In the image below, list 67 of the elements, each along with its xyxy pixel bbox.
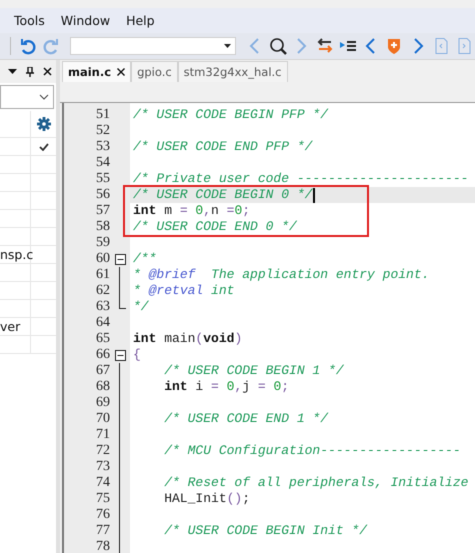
close-icon[interactable] xyxy=(117,68,126,76)
line-number: 77 xyxy=(95,523,110,539)
check-icon xyxy=(38,142,48,150)
line-number: 73 xyxy=(95,459,110,475)
menu-item[interactable]: Tools xyxy=(14,13,45,28)
settings-icon[interactable] xyxy=(36,117,50,131)
dropdown-arrow-icon[interactable] xyxy=(8,69,17,74)
file-tab[interactable]: gpio.c xyxy=(131,61,178,82)
line-number: 52 xyxy=(95,123,110,139)
line-number: 76 xyxy=(95,507,110,523)
line-number: 51 xyxy=(95,107,110,123)
code-line: */ xyxy=(133,299,149,315)
code-editor-panel[interactable] xyxy=(62,103,475,553)
code-line: HAL_Init(); xyxy=(163,491,250,507)
file-name[interactable]: nsp.c xyxy=(0,247,34,262)
code-line: /** xyxy=(133,251,156,267)
code-line: /* USER CODE END 1 */ xyxy=(163,411,328,427)
file-tab[interactable]: main.c xyxy=(62,61,132,82)
code-line: * @retval int xyxy=(133,283,234,299)
dropdown-field[interactable] xyxy=(0,85,54,109)
chevron-down-icon xyxy=(39,94,49,100)
line-number: 61 xyxy=(95,267,110,283)
line-number: 54 xyxy=(95,155,110,171)
code-line: int i = 0,j = 0; xyxy=(163,379,290,395)
code-line: int m = 0,n =0; xyxy=(133,203,250,219)
code-line: /* USER CODE END PFP */ xyxy=(133,139,312,155)
code-line: /* Reset of all peripherals, Initialize xyxy=(163,475,468,491)
menu-item[interactable]: Help xyxy=(126,13,155,28)
code-line: /* Private user code ---------------------- xyxy=(133,171,468,187)
code-line: /* MCU Configuration------------------ xyxy=(163,443,461,459)
line-number: 65 xyxy=(95,331,110,347)
line-number: 72 xyxy=(95,443,110,459)
code-line: /* USER CODE BEGIN PFP */ xyxy=(133,107,328,123)
close-icon[interactable] xyxy=(43,67,52,76)
line-number: 63 xyxy=(95,299,110,315)
line-number: 57 xyxy=(95,203,110,219)
search-icon[interactable] xyxy=(267,36,289,56)
menu-item[interactable]: Window xyxy=(60,13,110,28)
line-number: 62 xyxy=(95,283,110,299)
fold-collapse-icon[interactable] xyxy=(114,254,126,264)
line-number: 64 xyxy=(95,315,110,331)
code-line: /* USER CODE BEGIN Init */ xyxy=(163,523,368,539)
line-number: 68 xyxy=(95,379,110,395)
line-number: 67 xyxy=(95,363,110,379)
line-number: 53 xyxy=(95,139,110,155)
line-number: 55 xyxy=(95,171,110,187)
code-line: int main(void) xyxy=(133,331,242,347)
line-number: 71 xyxy=(95,427,110,443)
line-number: 56 xyxy=(95,187,110,203)
code-line: /* USER CODE BEGIN 1 */ xyxy=(163,363,344,379)
line-number: 74 xyxy=(95,475,110,491)
file-name[interactable]: ver xyxy=(0,319,20,334)
line-number: 78 xyxy=(95,539,110,553)
code-line: /* USER CODE END 0 */ xyxy=(133,219,297,235)
pin-icon[interactable] xyxy=(26,66,34,76)
line-number: 66 xyxy=(95,347,110,363)
line-number: 70 xyxy=(95,411,110,427)
fold-collapse-icon[interactable] xyxy=(114,350,126,360)
code-line: * @brief The application entry point. xyxy=(133,267,430,283)
line-number: 60 xyxy=(95,251,110,267)
file-tab[interactable]: stm32g4xx_hal.c xyxy=(178,61,288,82)
line-number: 58 xyxy=(95,219,110,235)
line-number: 69 xyxy=(95,395,110,411)
line-number: 59 xyxy=(95,235,110,251)
code-line: { xyxy=(133,347,141,363)
line-number: 75 xyxy=(95,491,110,507)
code-line: /* USER CODE BEGIN 0 */ xyxy=(133,187,312,203)
